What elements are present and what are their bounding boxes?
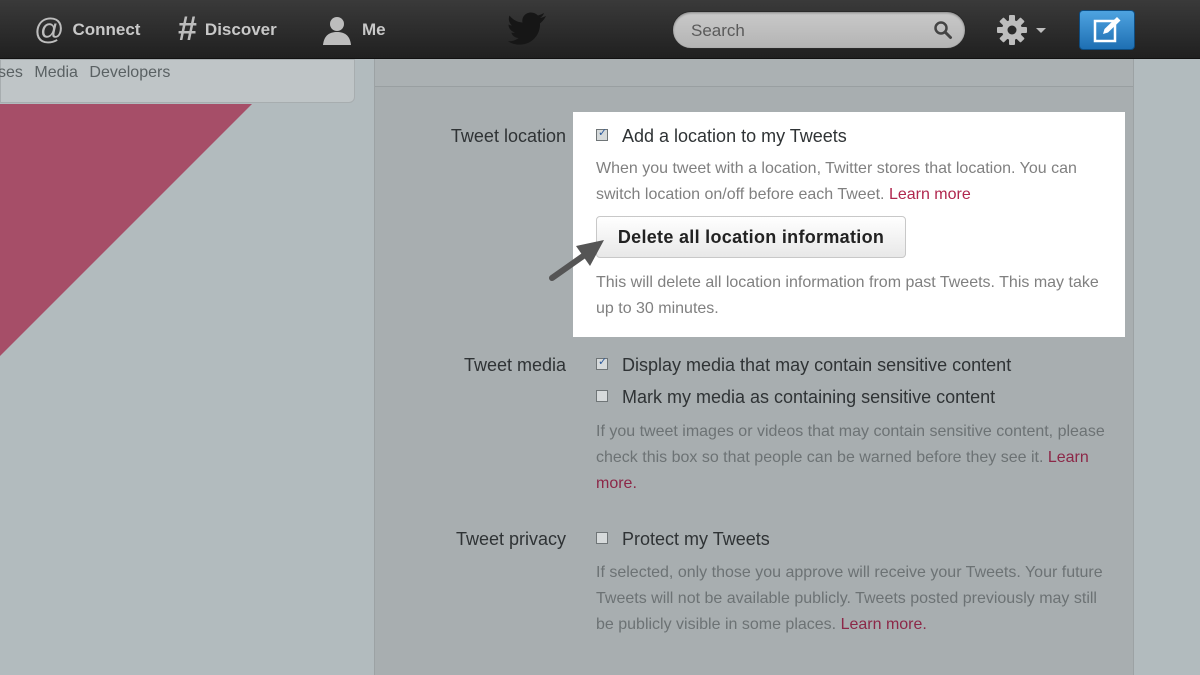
hashtag-icon: # (178, 10, 197, 48)
privacy-learn-more-link[interactable]: Learn more. (841, 616, 927, 633)
search-icon[interactable] (933, 20, 953, 40)
display-sensitive-media-label: Display media that may contain sensitive… (622, 355, 1012, 375)
display-sensitive-media-checkbox[interactable] (596, 355, 608, 370)
delete-location-button[interactable]: Delete all location information (596, 216, 906, 258)
nav-connect[interactable]: @ Connect (34, 0, 140, 59)
add-location-checkbox[interactable] (596, 126, 608, 141)
location-learn-more-link[interactable]: Learn more (889, 186, 971, 203)
location-help-body: When you tweet with a location, Twitter … (596, 160, 1077, 203)
footer-links: ses Media Developers (0, 64, 177, 82)
person-icon (323, 16, 351, 45)
tweet-location-label: Tweet location (450, 126, 566, 146)
mark-sensitive-media-label: Mark my media as containing sensitive co… (622, 387, 996, 407)
tweet-media-label: Tweet media (463, 355, 566, 375)
nav-connect-label: Connect (72, 19, 141, 39)
link-businesses[interactable]: ses (0, 64, 23, 81)
nav-discover-label: Discover (204, 19, 277, 39)
background-decoration (0, 104, 252, 356)
media-help-text: If you tweet images or videos that may c… (596, 419, 1116, 497)
media-help-body: If you tweet images or videos that may c… (596, 423, 1105, 466)
tweet-privacy-label: Tweet privacy (455, 529, 566, 549)
search-placeholder: Search (691, 21, 745, 40)
location-help-text: When you tweet with a location, Twitter … (596, 156, 1116, 208)
compose-icon (1093, 17, 1121, 43)
compose-tweet-button[interactable] (1079, 10, 1135, 50)
mark-sensitive-media-checkbox[interactable] (596, 390, 608, 402)
nav-me-label: Me (362, 19, 386, 39)
privacy-help-text: If selected, only those you approve will… (596, 560, 1116, 638)
twitter-bird-icon[interactable] (508, 10, 548, 46)
settings-menu[interactable] (996, 14, 1050, 46)
at-sign-icon: @ (34, 12, 65, 46)
search-box[interactable]: Search (672, 11, 966, 49)
chevron-down-icon (1036, 28, 1046, 33)
gear-icon (997, 15, 1027, 45)
nav-me[interactable]: Me (320, 0, 386, 59)
top-navigation-bar: @ Connect # Discover Me Search (0, 0, 1200, 59)
left-links-panel: ses Media Developers (0, 59, 355, 103)
settings-header (375, 59, 1133, 87)
nav-discover[interactable]: # Discover (178, 0, 277, 59)
link-media[interactable]: Media (34, 64, 78, 81)
add-location-checkbox-label: Add a location to my Tweets (622, 126, 847, 146)
link-developers[interactable]: Developers (89, 64, 170, 81)
protect-tweets-label: Protect my Tweets (622, 529, 770, 549)
protect-tweets-checkbox[interactable] (596, 532, 608, 544)
delete-location-help-text: This will delete all location informatio… (596, 274, 1099, 317)
